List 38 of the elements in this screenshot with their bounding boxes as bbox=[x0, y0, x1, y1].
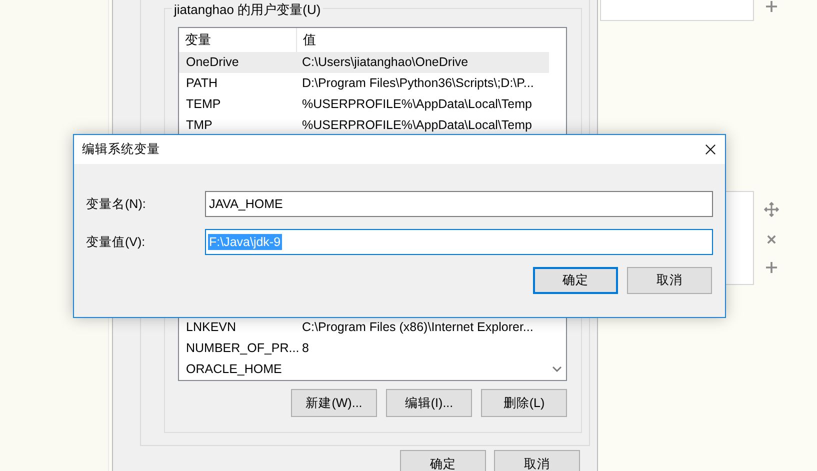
variable-name: OneDrive bbox=[185, 54, 240, 71]
variable-value: %USERPROFILE%\AppData\Local\Temp bbox=[301, 96, 532, 113]
scroll-down-icon[interactable] bbox=[552, 366, 562, 372]
list-row[interactable]: NUMBER_OF_PR... 8 bbox=[179, 338, 549, 359]
plus-icon[interactable] bbox=[766, 262, 777, 273]
dialog-button[interactable]: 取消 bbox=[494, 450, 580, 471]
field-label: 变量名(N): bbox=[86, 196, 147, 212]
group-title: jiatanghao 的用户变量(U) bbox=[172, 1, 323, 19]
list-row[interactable]: TEMP %USERPROFILE%\AppData\Local\Temp bbox=[179, 94, 549, 115]
close-icon[interactable] bbox=[705, 144, 716, 155]
dialog-button[interactable]: 确定 bbox=[533, 267, 618, 294]
variable-value: %USERPROFILE%\AppData\Local\Temp bbox=[301, 117, 532, 134]
field-label: 变量值(V): bbox=[86, 234, 146, 250]
list-row[interactable]: TMP %USERPROFILE%\AppData\Local\Temp bbox=[179, 115, 549, 136]
list-row[interactable]: OneDrive C:\Users\jiatanghao\OneDrive bbox=[179, 52, 549, 73]
move-icon[interactable] bbox=[764, 202, 779, 217]
dialog-button[interactable]: 编辑(I)... bbox=[386, 389, 472, 417]
variable-value: D:\Program Files\Python36\Scripts\;D:\P... bbox=[301, 75, 534, 92]
variable-value: 8 bbox=[301, 340, 309, 357]
variable-name: NUMBER_OF_PR... bbox=[185, 340, 297, 357]
dialog-button[interactable]: 删除(L) bbox=[481, 389, 567, 417]
variable-name: PATH bbox=[185, 75, 218, 92]
variable-value: C:\Users\jiatanghao\OneDrive bbox=[301, 54, 468, 71]
dialog-button[interactable]: 取消 bbox=[627, 267, 712, 294]
window-title: 编辑系统变量 bbox=[82, 141, 160, 158]
variable-value: C:\Program Files (x86)\Internet Explorer... bbox=[301, 319, 534, 336]
list-row[interactable]: PATH D:\Program Files\Python36\Scripts\;D:\P... bbox=[179, 73, 549, 94]
variable-name: ORACLE_HOME bbox=[185, 361, 283, 378]
variable-name: TMP bbox=[185, 117, 214, 134]
dialog-button[interactable]: 确定 bbox=[400, 450, 486, 471]
variable-name: TEMP bbox=[185, 96, 222, 113]
list-row[interactable]: LNKEVN C:\Program Files (x86)\Internet Explorer... bbox=[179, 317, 549, 338]
list-row[interactable]: ORACLE_HOME bbox=[179, 359, 549, 380]
dialog-button[interactable]: 新建(W)... bbox=[291, 389, 377, 417]
column-header[interactable]: 值 bbox=[297, 28, 316, 52]
plus-icon[interactable] bbox=[766, 1, 777, 12]
variable-name: LNKEVN bbox=[185, 319, 238, 336]
input-field[interactable]: JAVA_HOME bbox=[205, 191, 713, 217]
